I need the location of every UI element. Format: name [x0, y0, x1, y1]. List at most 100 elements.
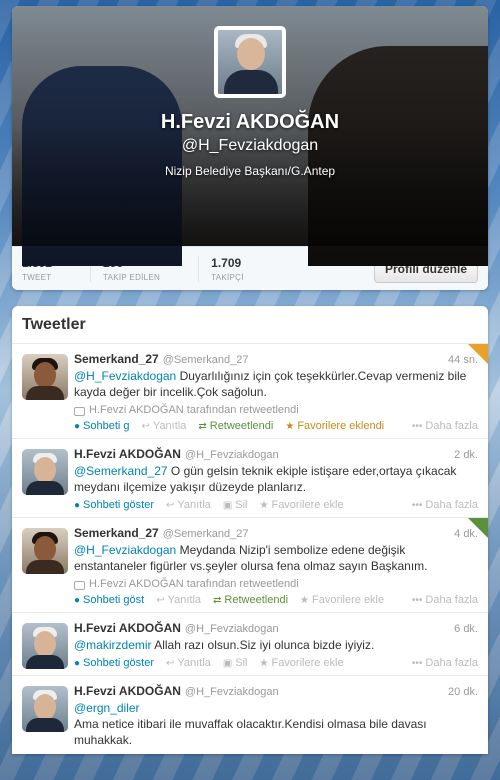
view-conversation-link[interactable]: ● Sohbeti göst: [74, 594, 144, 606]
tweet-item[interactable]: H.Fevzi AKDOĞAN @H_Fevziakdogan 6 dk. @m…: [12, 613, 488, 676]
favorite-label: Favorilere eklendi: [297, 420, 385, 432]
tweet-item[interactable]: Semerkand_27 @Semerkand_27 44 sn. @H_Fev…: [12, 344, 488, 439]
favorite-button[interactable]: ★ Favorilere eklendi: [285, 420, 384, 432]
tweet-timestamp[interactable]: 2 dk.: [454, 449, 478, 461]
delete-label: Sil: [235, 657, 248, 669]
tweet-timestamp[interactable]: 6 dk.: [454, 623, 478, 635]
reply-button[interactable]: ↩ Yanıtla: [142, 420, 187, 432]
delete-button[interactable]: ▣ Sil: [223, 657, 248, 669]
favorite-label: Favorilere ekle: [271, 657, 344, 669]
conversation-label: Sohbeti göst: [83, 594, 145, 606]
reply-button[interactable]: ↩ Yanıtla: [166, 499, 211, 511]
retweet-button[interactable]: ⇄ Retweetlendi: [198, 420, 273, 432]
tweet-item[interactable]: Semerkand_27 @Semerkand_27 4 dk. @H_Fevz…: [12, 518, 488, 613]
view-conversation-link[interactable]: ● Sohbeti göster: [74, 657, 154, 669]
tweet-timestamp[interactable]: 20 dk.: [448, 686, 478, 698]
reply-label: Yanıtla: [152, 420, 187, 432]
reply-label: Yanıtla: [177, 657, 211, 669]
stat-followers[interactable]: 1.709 TAKİPÇİ: [198, 255, 282, 282]
tweet-author-name[interactable]: H.Fevzi AKDOĞAN: [74, 684, 181, 698]
view-conversation-link[interactable]: ● Sohbeti g: [74, 420, 130, 432]
more-button[interactable]: ••• Daha fazla: [412, 594, 478, 606]
more-dots-icon: •••: [411, 657, 423, 669]
mention-link[interactable]: @makirzdemir: [74, 638, 152, 652]
tweet-author-name[interactable]: Semerkand_27: [74, 352, 159, 366]
tweet-actions: ● Sohbeti göster ↩ Yanıtla ▣ Sil ★ Favoriler…: [74, 499, 478, 511]
tweet-body: Ama netice itibari ile muvaffak olacaktı…: [74, 717, 427, 747]
stat-value: 1.709: [211, 255, 242, 270]
delete-label: Sil: [235, 499, 248, 511]
tweet-text: @Semerkand_27 O gün gelsin teknik ekiple…: [74, 463, 478, 495]
mention-link[interactable]: @H_Fevziakdogan: [74, 543, 176, 557]
reply-label: Yanıtla: [167, 594, 202, 606]
tweet-avatar[interactable]: [22, 528, 68, 574]
reply-icon: ↩: [165, 499, 175, 511]
more-button[interactable]: ••• Daha fazla: [412, 420, 478, 432]
tweet-author-handle[interactable]: @H_Fevziakdogan: [185, 449, 279, 461]
retweet-label: Retweetlendi: [224, 594, 289, 606]
more-label: Daha fazla: [425, 420, 478, 432]
mention-link[interactable]: @Semerkand_27: [74, 464, 168, 478]
reply-button[interactable]: ↩ Yanıtla: [156, 594, 201, 606]
more-label: Daha fazla: [425, 499, 478, 511]
view-conversation-link[interactable]: ● Sohbeti göster: [74, 499, 154, 511]
tweet-text: @ergn_diler Ama netice itibari ile muvaff…: [74, 700, 478, 748]
profile-avatar[interactable]: [214, 26, 286, 98]
tweet-text: @makirzdemir Allah razı olsun.Siz iyi ol…: [74, 637, 478, 653]
retweet-note: H.Fevzi AKDOĞAN tarafından retweetlendi: [74, 404, 478, 416]
reply-icon: ↩: [141, 420, 150, 432]
tweet-author-name[interactable]: H.Fevzi AKDOĞAN: [74, 621, 181, 635]
delete-button[interactable]: ▣ Sil: [223, 499, 248, 511]
retweet-note-text: H.Fevzi AKDOĞAN tarafından retweetlendi: [89, 404, 299, 416]
more-dots-icon: •••: [411, 594, 423, 606]
mention-link[interactable]: @H_Fevziakdogan: [74, 369, 176, 383]
stat-label: TAKİPÇİ: [211, 272, 244, 282]
retweeted-corner-marker: [468, 518, 488, 538]
tweet-actions: ● Sohbeti göst ↩ Yanıtla ⇄ Retweetlendi ★ Fa…: [74, 594, 478, 606]
conversation-icon: ●: [74, 594, 81, 606]
conversation-label: Sohbeti göster: [83, 499, 154, 511]
tweet-author-name[interactable]: Semerkand_27: [74, 526, 159, 540]
favorite-star-icon: ★: [285, 420, 295, 432]
retweet-label: Retweetlendi: [209, 420, 274, 432]
reply-icon: ↩: [156, 594, 165, 606]
more-button[interactable]: ••• Daha fazla: [412, 657, 478, 669]
favorite-button[interactable]: ★ Favorilere ekle: [300, 594, 384, 606]
tweet-author-name[interactable]: H.Fevzi AKDOĞAN: [74, 447, 181, 461]
tweet-item[interactable]: H.Fevzi AKDOĞAN @H_Fevziakdogan 20 dk. @…: [12, 676, 488, 754]
tweet-author-handle[interactable]: @Semerkand_27: [163, 528, 249, 540]
mention-link[interactable]: @ergn_diler: [74, 700, 478, 716]
retweet-button[interactable]: ⇄ Retweetlendi: [213, 594, 288, 606]
more-button[interactable]: ••• Daha fazla: [412, 499, 478, 511]
retweet-note-text: H.Fevzi AKDOĞAN tarafından retweetlendi: [89, 578, 299, 590]
favorite-star-icon: ★: [259, 499, 269, 511]
retweet-icon: ⇄: [198, 420, 207, 432]
favorite-button[interactable]: ★ Favorilere ekle: [260, 657, 344, 669]
tweet-avatar[interactable]: [22, 449, 68, 495]
tweet-actions: ● Sohbeti göster ↩ Yanıtla ▣ Sil ★ Favoriler…: [74, 657, 478, 669]
tweet-author-handle[interactable]: @H_Fevziakdogan: [185, 623, 279, 635]
favorite-label: Favorilere ekle: [271, 499, 344, 511]
tweet-avatar[interactable]: [22, 623, 68, 669]
profile-handle: @H_Fevziakdogan: [181, 137, 319, 154]
favorited-corner-marker: [468, 344, 488, 364]
tweet-avatar[interactable]: [22, 354, 68, 400]
tweet-avatar[interactable]: [22, 686, 68, 732]
reply-button[interactable]: ↩ Yanıtla: [166, 657, 211, 669]
retweet-small-icon: [74, 580, 85, 590]
tweet-item[interactable]: H.Fevzi AKDOĞAN @H_Fevziakdogan 2 dk. @S…: [12, 439, 488, 518]
tweets-timeline: Tweetler Semerkand_27 @Semerkand_27 44 s…: [12, 306, 488, 754]
conversation-icon: ●: [74, 657, 81, 669]
tweet-text: @H_Fevziakdogan Meydanda Nizip'i semboli…: [74, 542, 478, 574]
more-dots-icon: •••: [411, 420, 423, 432]
profile-bio: Nizip Belediye Başkanı/G.Antep: [164, 164, 336, 178]
conversation-label: Sohbeti g: [83, 420, 130, 432]
profile-header-image: H.Fevzi AKDOĞAN @H_Fevziakdogan Nizip Be…: [12, 6, 488, 266]
tweet-actions: ● Sohbeti g ↩ Yanıtla ⇄ Retweetlendi ★ Favor…: [74, 420, 478, 432]
favorite-button[interactable]: ★ Favorilere ekle: [260, 499, 344, 511]
tweet-author-handle[interactable]: @Semerkand_27: [163, 354, 249, 366]
timeline-title: Tweetler: [12, 306, 488, 344]
retweet-small-icon: [74, 406, 85, 416]
profile-name: H.Fevzi AKDOĞAN: [160, 111, 340, 133]
tweet-author-handle[interactable]: @H_Fevziakdogan: [185, 686, 279, 698]
